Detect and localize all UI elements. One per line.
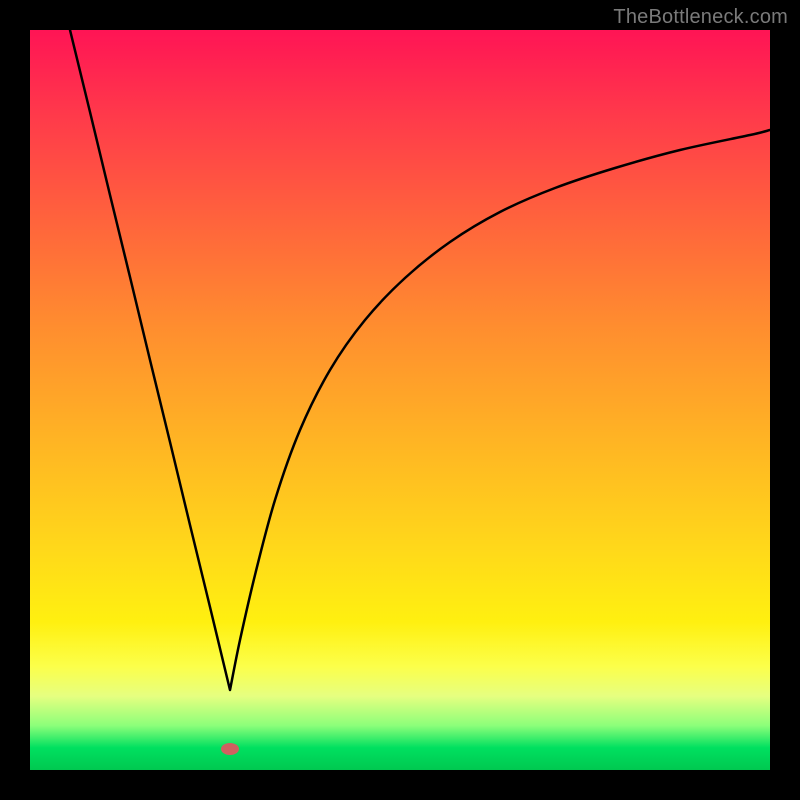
chart-curve (30, 30, 770, 770)
watermark-text: TheBottleneck.com (613, 6, 788, 29)
